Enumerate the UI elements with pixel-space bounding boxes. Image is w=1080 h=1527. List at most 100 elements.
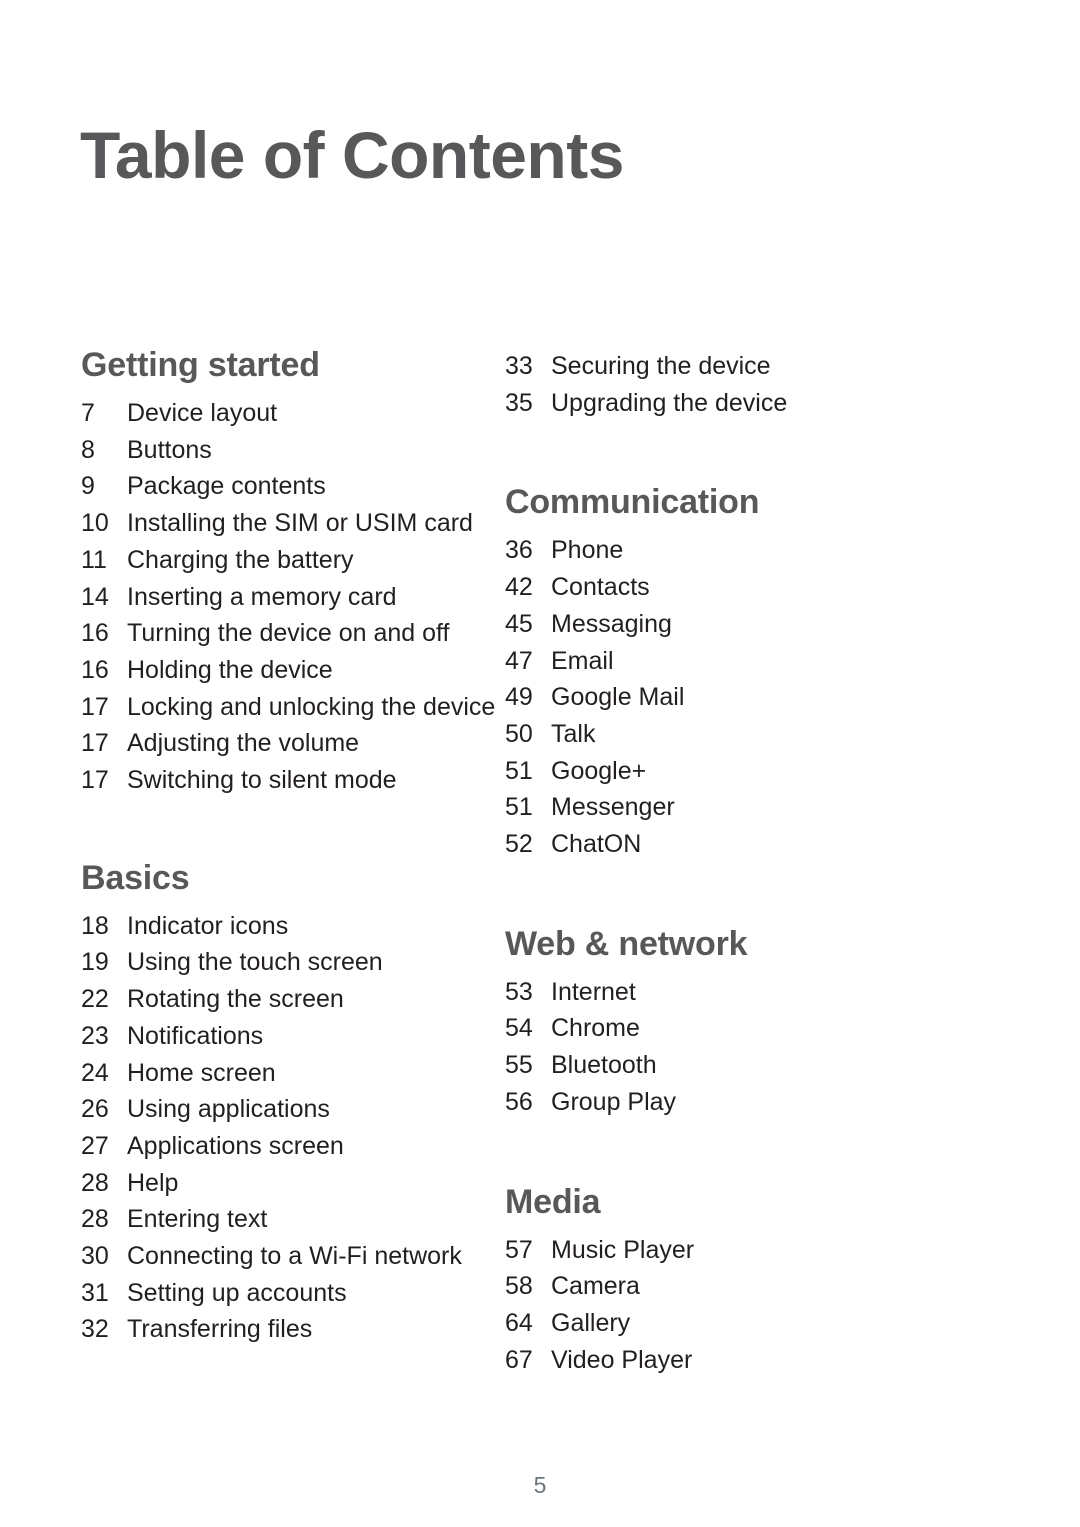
toc-entry[interactable]: 8 Buttons — [81, 432, 485, 469]
toc-entry[interactable]: 14 Inserting a memory card — [81, 579, 485, 616]
toc-entry-label: Transferring files — [127, 1315, 313, 1344]
toc-entry-label: Indicator icons — [127, 911, 289, 940]
toc-entry-page-number: 10 — [81, 509, 109, 538]
toc-entry[interactable]: 27 Applications screen — [81, 1128, 485, 1165]
toc-entry-page-number: 17 — [81, 729, 109, 758]
toc-entry-label: Phone — [551, 536, 624, 565]
toc-entry-page-number: 8 — [81, 435, 95, 464]
toc-entry-page-number: 50 — [505, 719, 533, 748]
toc-entry-label: Camera — [551, 1272, 640, 1301]
toc-entry[interactable]: 50 Talk — [505, 716, 980, 753]
toc-entry[interactable]: 31 Setting up accounts — [81, 1275, 485, 1312]
toc-column-left: Getting started 7 Device layout 8 Buttons 9 Pa… — [0, 348, 495, 1348]
toc-entry-label: Applications screen — [127, 1131, 344, 1160]
toc-entry[interactable]: 53 Internet — [505, 974, 980, 1011]
toc-entry-label: Messaging — [551, 609, 672, 638]
toc-entry-label: ChatON — [551, 830, 642, 859]
toc-entry-label: Talk — [551, 719, 596, 748]
toc-entry-label: Google Mail — [551, 683, 685, 712]
toc-entry-page-number: 54 — [505, 1014, 533, 1043]
toc-entry-page-number: 67 — [505, 1345, 533, 1374]
toc-entry[interactable]: 52 ChatON — [505, 826, 980, 863]
toc-entry-page-number: 17 — [81, 766, 109, 795]
toc-entry[interactable]: 58 Camera — [505, 1268, 980, 1305]
toc-entry[interactable]: 36 Phone — [505, 532, 980, 569]
toc-entry[interactable]: 9 Package contents — [81, 468, 485, 505]
toc-entry-page-number: 16 — [81, 655, 109, 684]
toc-entry-label: Messenger — [551, 793, 675, 822]
toc-entry-label: Device layout — [127, 399, 278, 427]
toc-entry[interactable]: 22 Rotating the screen — [81, 981, 485, 1018]
toc-entry-label: Internet — [551, 977, 636, 1006]
toc-entry-label: Video Player — [551, 1345, 693, 1374]
toc-entry-page-number: 23 — [81, 1021, 109, 1050]
toc-entry-page-number: 16 — [81, 619, 109, 648]
toc-entry-page-number: 47 — [505, 646, 533, 675]
toc-entry-page-number: 22 — [81, 985, 109, 1014]
toc-entry[interactable]: 45 Messaging — [505, 606, 980, 643]
toc-entry[interactable]: 16 Turning the device on and off — [81, 615, 485, 652]
toc-entry-label: Setting up accounts — [127, 1278, 347, 1307]
toc-entry[interactable]: 30 Connecting to a Wi-Fi network — [81, 1238, 485, 1275]
toc-entry-page-number: 45 — [505, 609, 533, 638]
toc-entry-page-number: 9 — [81, 472, 95, 501]
toc-entry-page-number: 33 — [505, 352, 533, 380]
toc-entry[interactable]: 18 Indicator icons — [81, 908, 485, 945]
toc-entry[interactable]: 10 Installing the SIM or USIM card — [81, 505, 485, 542]
toc-entry-page-number: 27 — [81, 1131, 109, 1160]
toc-entry[interactable]: 17 Adjusting the volume — [81, 725, 485, 762]
toc-entry[interactable]: 67 Video Player — [505, 1342, 980, 1379]
toc-entry-label: Holding the device — [127, 655, 333, 684]
toc-entry[interactable]: 23 Notifications — [81, 1018, 485, 1055]
toc-entry-label: Notifications — [127, 1021, 264, 1050]
toc-entry-page-number: 19 — [81, 948, 109, 977]
toc-entry-page-number: 56 — [505, 1087, 533, 1116]
toc-entry-page-number: 49 — [505, 683, 533, 712]
toc-entry-list: 7 Device layout 8 Buttons 9 Package contents 1… — [81, 395, 495, 799]
toc-section: Getting started 7 Device layout 8 Buttons 9 Pa… — [81, 348, 495, 799]
toc-entry-page-number: 11 — [81, 545, 107, 574]
toc-entry-label: Connecting to a Wi-Fi network — [127, 1242, 462, 1271]
toc-entry[interactable]: 26 Using applications — [81, 1091, 485, 1128]
toc-entry[interactable]: 42 Contacts — [505, 569, 980, 606]
toc-entry-page-number: 17 — [81, 692, 109, 721]
toc-entry[interactable]: 19 Using the touch screen — [81, 944, 485, 981]
page-number: 5 — [533, 1472, 547, 1498]
toc-entry-label: Help — [127, 1168, 179, 1197]
toc-entry[interactable]: 49 Google Mail — [505, 679, 980, 716]
toc-entry[interactable]: 64 Gallery — [505, 1305, 980, 1342]
section-heading: Media — [505, 1182, 601, 1221]
toc-entry-page-number: 53 — [505, 977, 533, 1006]
toc-entry[interactable]: 11 Charging the battery — [81, 542, 485, 579]
toc-entry[interactable]: 35 Upgrading the device — [505, 385, 980, 422]
toc-entry-page-number: 51 — [505, 756, 533, 785]
toc-entry[interactable]: 24 Home screen — [81, 1055, 485, 1092]
toc-entry-label: Buttons — [127, 435, 212, 464]
toc-entry[interactable]: 51 Google+ — [505, 753, 980, 790]
toc-entry-label: Upgrading the device — [551, 388, 788, 417]
toc-entry[interactable]: 55 Bluetooth — [505, 1047, 980, 1084]
toc-entry[interactable]: 17 Locking and unlocking the device — [81, 689, 495, 726]
toc-entry[interactable]: 28 Entering text — [81, 1201, 485, 1238]
toc-section: Web & network 53 Internet 54 Chrome 55 Bluetoo… — [505, 927, 980, 1121]
toc-entry-page-number: 57 — [505, 1235, 533, 1264]
toc-entry-page-number: 7 — [81, 399, 95, 427]
toc-entry[interactable]: 32 Transferring files — [81, 1311, 485, 1348]
toc-entry-list: 36 Phone 42 Contacts 45 Messaging 47 Email 49 Goo… — [505, 532, 980, 862]
toc-entry[interactable]: 54 Chrome — [505, 1010, 980, 1047]
toc-entry[interactable]: 47 Email — [505, 643, 980, 680]
toc-entry[interactable]: 57 Music Player — [505, 1232, 980, 1269]
toc-entry[interactable]: 7 Device layout — [81, 395, 485, 432]
toc-entry[interactable]: 16 Holding the device — [81, 652, 485, 689]
section-heading: Web & network — [505, 924, 748, 963]
toc-entry[interactable]: 17 Switching to silent mode — [81, 762, 485, 799]
page-title: Table of Contents — [80, 118, 624, 192]
toc-entry-page-number: 28 — [81, 1205, 109, 1234]
toc-entry[interactable]: 33 Securing the device — [505, 348, 980, 385]
toc-entry[interactable]: 56 Group Play — [505, 1084, 980, 1121]
toc-entry[interactable]: 51 Messenger — [505, 789, 980, 826]
toc-entry-page-number: 30 — [81, 1242, 109, 1271]
toc-entry[interactable]: 28 Help — [81, 1165, 485, 1202]
toc-entry-label: Using the touch screen — [127, 948, 383, 977]
toc-entry-page-number: 28 — [81, 1168, 109, 1197]
